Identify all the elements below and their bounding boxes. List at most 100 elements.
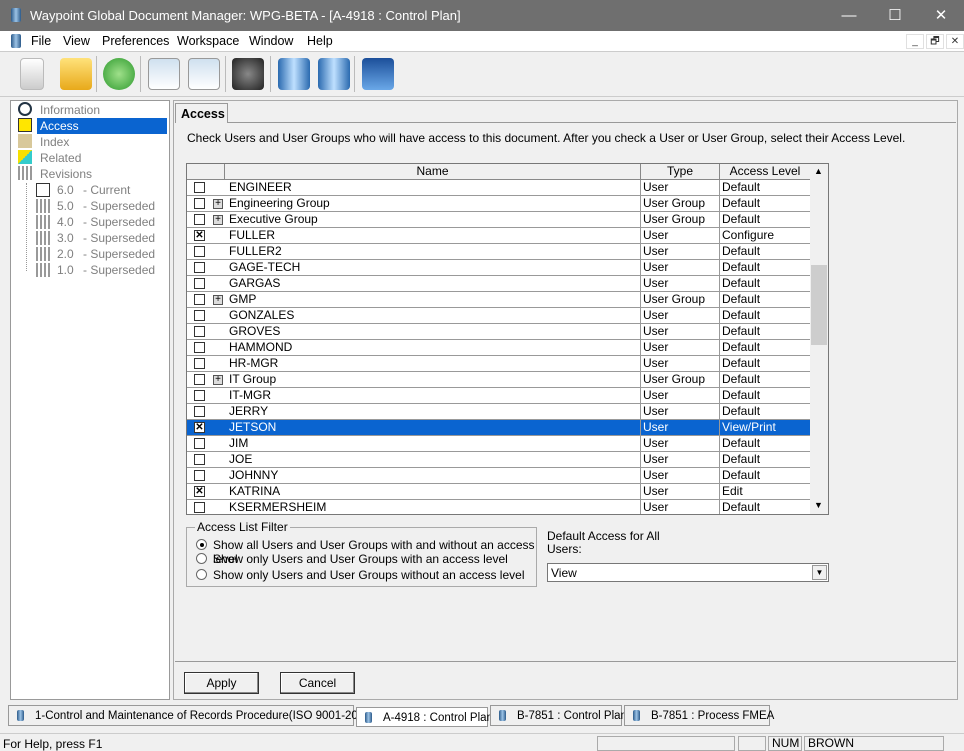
filter-radio-without[interactable]	[196, 569, 207, 580]
access-checkbox[interactable]: ✕	[194, 230, 205, 241]
filter-radio-with[interactable]	[196, 553, 207, 564]
access-level-cell[interactable]: Default	[720, 436, 811, 452]
expand-icon[interactable]: +	[213, 199, 223, 209]
cancel-button[interactable]: Cancel	[280, 672, 355, 694]
table-row[interactable]: + Engineering Group User Group Default	[187, 196, 811, 212]
menu-preferences[interactable]: Preferences	[102, 34, 169, 48]
revision-version[interactable]: 5.0	[57, 198, 74, 214]
access-level-cell[interactable]: Default	[720, 180, 811, 196]
access-checkbox[interactable]	[194, 326, 205, 337]
scroll-down-icon[interactable]: ▼	[814, 500, 823, 510]
tree-item-index[interactable]: Index	[40, 134, 69, 150]
table-row[interactable]: ✕ FULLER User Configure	[187, 228, 811, 244]
access-level-cell[interactable]: Default	[720, 452, 811, 468]
revision-status[interactable]: - Superseded	[83, 230, 155, 246]
minimize-button[interactable]: —	[826, 0, 872, 31]
open-folder-icon[interactable]	[60, 58, 92, 90]
scroll-up-icon[interactable]: ▲	[814, 166, 823, 176]
access-level-cell[interactable]: Default	[720, 404, 811, 420]
table-row[interactable]: ENGINEER User Default	[187, 180, 811, 196]
table-row[interactable]: HAMMOND User Default	[187, 340, 811, 356]
table-row[interactable]: JERRY User Default	[187, 404, 811, 420]
revision-status[interactable]: - Superseded	[83, 198, 155, 214]
menu-window[interactable]: Window	[249, 34, 293, 48]
security-key-icon[interactable]	[232, 58, 264, 90]
access-checkbox[interactable]	[194, 406, 205, 417]
doc-tab-records-procedure[interactable]: 1-Control and Maintenance of Records Pro…	[8, 705, 374, 726]
access-checkbox[interactable]	[194, 390, 205, 401]
table-row[interactable]: FULLER2 User Default	[187, 244, 811, 260]
header-type[interactable]: Type	[641, 164, 720, 180]
access-checkbox[interactable]	[194, 438, 205, 449]
access-level-cell[interactable]: Default	[720, 356, 811, 372]
database-gear-icon[interactable]	[318, 58, 350, 90]
access-level-cell[interactable]: Default	[720, 388, 811, 404]
menu-workspace[interactable]: Workspace	[177, 34, 239, 48]
table-row[interactable]: ✕ JETSON User View/Print	[187, 420, 811, 436]
dropdown-arrow-icon[interactable]: ▼	[812, 565, 827, 580]
table-row[interactable]: JOHNNY User Default	[187, 468, 811, 484]
access-level-cell[interactable]: Default	[720, 468, 811, 484]
tree-item-information[interactable]: Information	[40, 102, 100, 118]
access-checkbox[interactable]	[194, 278, 205, 289]
expand-icon[interactable]: +	[213, 215, 223, 225]
doc-tab-b7851-control-plan[interactable]: B-7851 : Control Plan	[490, 705, 627, 726]
refresh-icon[interactable]	[103, 58, 135, 90]
access-level-cell[interactable]: Default	[720, 212, 811, 228]
database-lightning-icon[interactable]	[278, 58, 310, 90]
access-level-cell[interactable]: Edit	[720, 484, 811, 500]
filter-option-with[interactable]: Show only Users and User Groups with an …	[213, 552, 508, 566]
access-checkbox[interactable]: ✕	[194, 486, 205, 497]
table-row[interactable]: GROVES User Default	[187, 324, 811, 340]
apply-button[interactable]: Apply	[184, 672, 259, 694]
table-row[interactable]: GONZALES User Default	[187, 308, 811, 324]
table-row[interactable]: KSERMERSHEIM User Default	[187, 500, 811, 514]
table-row[interactable]: JIM User Default	[187, 436, 811, 452]
expand-icon[interactable]: +	[213, 375, 223, 385]
header-access-level[interactable]: Access Level	[720, 164, 811, 180]
table-row[interactable]: JOE User Default	[187, 452, 811, 468]
scrollbar-thumb[interactable]	[811, 265, 827, 345]
access-checkbox[interactable]	[194, 294, 205, 305]
table-row[interactable]: ✕ KATRINA User Edit	[187, 484, 811, 500]
access-checkbox[interactable]	[194, 374, 205, 385]
maximize-button[interactable]: ☐	[872, 0, 918, 31]
access-checkbox[interactable]: ✕	[194, 422, 205, 433]
tree-item-related[interactable]: Related	[40, 150, 81, 166]
window-add-icon[interactable]	[188, 58, 220, 90]
revision-status[interactable]: - Superseded	[83, 214, 155, 230]
access-level-cell[interactable]: Default	[720, 196, 811, 212]
access-checkbox[interactable]	[194, 262, 205, 273]
access-level-cell[interactable]: Default	[720, 324, 811, 340]
revision-version[interactable]: 3.0	[57, 230, 74, 246]
access-checkbox[interactable]	[194, 502, 205, 513]
tab-access[interactable]: Access	[175, 103, 228, 123]
revision-status[interactable]: - Superseded	[83, 246, 155, 262]
new-document-icon[interactable]	[20, 58, 44, 90]
header-name[interactable]: Name	[225, 164, 641, 180]
access-level-cell[interactable]: Default	[720, 260, 811, 276]
doc-tab-a4918-control-plan[interactable]: A-4918 : Control Plan	[356, 707, 493, 727]
access-checkbox[interactable]	[194, 214, 205, 225]
access-checkbox[interactable]	[194, 470, 205, 481]
expand-icon[interactable]: +	[213, 295, 223, 305]
access-checkbox[interactable]	[194, 342, 205, 353]
window-up-icon[interactable]	[148, 58, 180, 90]
revision-status[interactable]: - Current	[83, 182, 130, 198]
access-checkbox[interactable]	[194, 358, 205, 369]
access-level-cell[interactable]: View/Print	[720, 420, 811, 436]
table-row[interactable]: GAGE-TECH User Default	[187, 260, 811, 276]
mdi-restore-button[interactable]: 🗗	[926, 34, 944, 49]
revision-version[interactable]: 4.0	[57, 214, 74, 230]
menu-view[interactable]: View	[63, 34, 90, 48]
access-level-cell[interactable]: Default	[720, 244, 811, 260]
close-button[interactable]: ✕	[918, 0, 964, 31]
menu-help[interactable]: Help	[307, 34, 333, 48]
revision-version[interactable]: 6.0	[57, 182, 74, 198]
access-checkbox[interactable]	[194, 246, 205, 257]
access-level-cell[interactable]: Default	[720, 500, 811, 514]
mdi-close-button[interactable]: ✕	[946, 34, 964, 49]
filter-radio-all[interactable]	[196, 539, 207, 550]
table-row[interactable]: GARGAS User Default	[187, 276, 811, 292]
table-row[interactable]: + GMP User Group Default	[187, 292, 811, 308]
